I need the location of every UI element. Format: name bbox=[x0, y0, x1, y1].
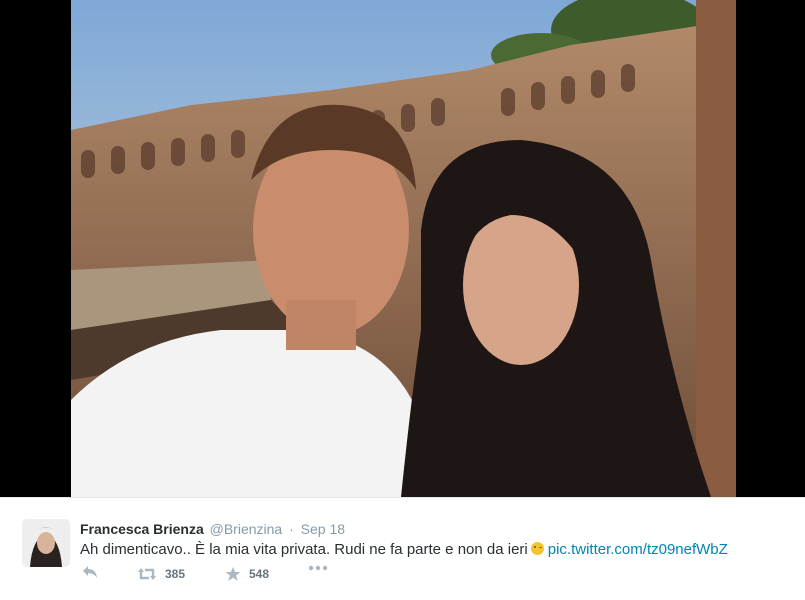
photo-link[interactable]: pic.twitter.com/tz09nefWbZ bbox=[548, 541, 728, 558]
tweet-text: Ah dimenticavo.. È la mia vita privata. … bbox=[80, 540, 728, 560]
favorite-button[interactable]: 548 bbox=[225, 565, 269, 583]
reply-button[interactable] bbox=[82, 565, 98, 579]
separator-dot: · bbox=[289, 521, 294, 537]
author-fullname[interactable]: Francesca Brienza bbox=[80, 521, 204, 537]
favorite-count: 548 bbox=[249, 567, 270, 581]
tweet-timestamp[interactable]: Sep 18 bbox=[301, 521, 345, 537]
avatar[interactable] bbox=[22, 519, 70, 567]
author-username[interactable]: @Brienzina bbox=[210, 521, 283, 537]
media-viewer bbox=[0, 0, 805, 497]
retweet-button[interactable]: 385 bbox=[137, 565, 185, 583]
tweet-header: Francesca Brienza @Brienzina · Sep 18 bbox=[80, 520, 345, 538]
winking-face-icon bbox=[530, 542, 544, 555]
tweet-body: Ah dimenticavo.. È la mia vita privata. … bbox=[80, 541, 528, 558]
star-icon bbox=[225, 567, 241, 581]
tweet-card: Francesca Brienza @Brienzina · Sep 18 Ah… bbox=[0, 497, 805, 600]
retweet-icon bbox=[138, 568, 156, 580]
retweet-count: 385 bbox=[165, 567, 186, 581]
more-button[interactable] bbox=[308, 565, 328, 571]
tweet-photo[interactable] bbox=[71, 0, 736, 497]
more-icon bbox=[308, 565, 328, 571]
reply-icon bbox=[83, 566, 97, 578]
